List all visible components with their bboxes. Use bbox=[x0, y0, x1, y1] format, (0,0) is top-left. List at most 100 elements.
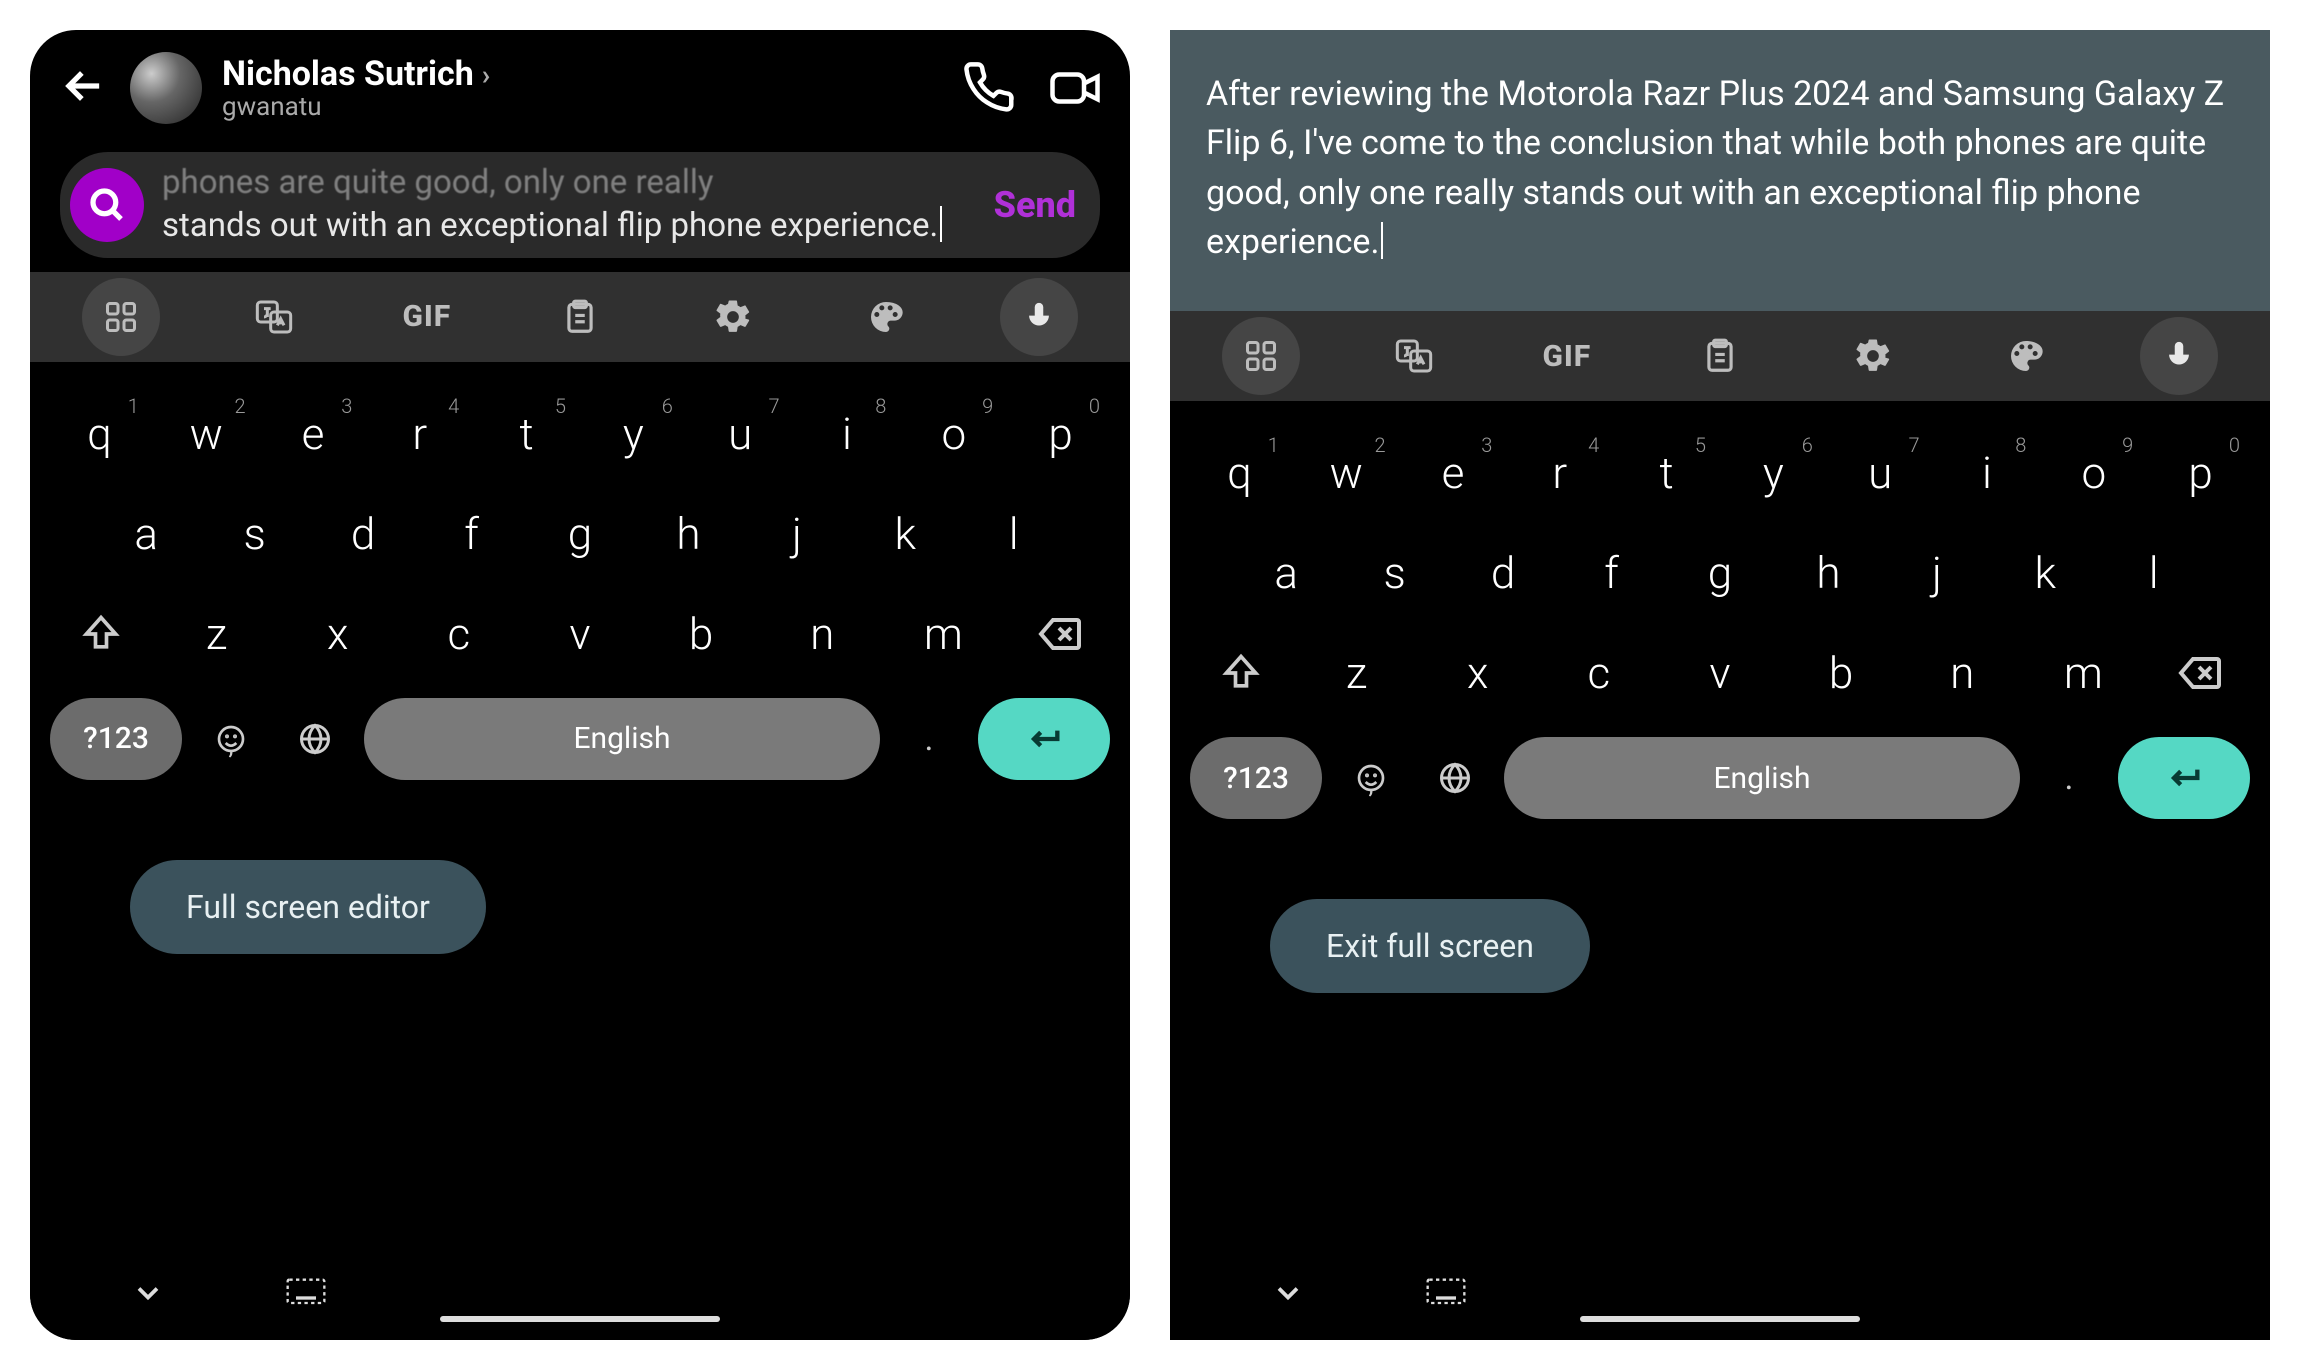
symbols-key[interactable]: ?123 bbox=[50, 698, 182, 780]
send-button[interactable]: Send bbox=[994, 184, 1076, 226]
key-y[interactable]: y6 bbox=[580, 390, 687, 478]
key-k[interactable]: k bbox=[1991, 529, 2099, 617]
exit-full-screen-button[interactable]: Exit full screen bbox=[1270, 899, 1590, 993]
key-y[interactable]: y6 bbox=[1720, 429, 1827, 517]
theme-icon[interactable] bbox=[810, 297, 963, 337]
language-key[interactable] bbox=[280, 721, 350, 757]
key-a[interactable]: a bbox=[1232, 529, 1340, 617]
key-c[interactable]: c bbox=[398, 590, 519, 678]
key-l[interactable]: l bbox=[960, 490, 1068, 578]
key-z[interactable]: z bbox=[156, 590, 277, 678]
back-button[interactable] bbox=[58, 60, 110, 116]
translate-icon[interactable] bbox=[197, 297, 350, 337]
emoji-key[interactable]: , bbox=[196, 723, 266, 755]
contact-block[interactable]: Nicholas Sutrich › gwanatu bbox=[222, 54, 934, 122]
message-input[interactable]: phones are quite good, only one really s… bbox=[162, 162, 976, 248]
theme-icon[interactable] bbox=[1950, 336, 2103, 376]
period-key[interactable]: . bbox=[894, 719, 964, 759]
clipboard-icon[interactable] bbox=[503, 298, 656, 336]
backspace-key[interactable] bbox=[1004, 610, 1114, 658]
fullscreen-editor-text[interactable]: After reviewing the Motorola Razr Plus 2… bbox=[1170, 30, 2270, 311]
key-w[interactable]: w2 bbox=[1293, 429, 1400, 517]
key-i[interactable]: i8 bbox=[794, 390, 901, 478]
key-v[interactable]: v bbox=[519, 590, 640, 678]
mic-icon[interactable] bbox=[2140, 317, 2218, 395]
shift-key[interactable] bbox=[46, 612, 156, 656]
key-g[interactable]: g bbox=[1666, 529, 1774, 617]
clipboard-icon[interactable] bbox=[1643, 337, 1796, 375]
period-key[interactable]: . bbox=[2034, 758, 2104, 798]
chevron-right-icon: › bbox=[482, 58, 490, 91]
translate-icon[interactable] bbox=[1337, 336, 1490, 376]
key-r[interactable]: r4 bbox=[1506, 429, 1613, 517]
nav-collapse-icon[interactable] bbox=[130, 1275, 166, 1315]
key-s[interactable]: s bbox=[1340, 529, 1448, 617]
gif-button[interactable]: GIF bbox=[1490, 339, 1643, 374]
key-p[interactable]: p0 bbox=[2147, 429, 2254, 517]
nav-home-pill[interactable] bbox=[1580, 1316, 1860, 1322]
emoji-key[interactable]: , bbox=[1336, 762, 1406, 794]
key-p[interactable]: p0 bbox=[1007, 390, 1114, 478]
shift-key[interactable] bbox=[1186, 651, 1296, 695]
enter-key[interactable] bbox=[978, 698, 1110, 780]
avatar[interactable] bbox=[130, 52, 202, 124]
key-o[interactable]: o9 bbox=[900, 390, 1007, 478]
key-b[interactable]: b bbox=[641, 590, 762, 678]
full-screen-editor-button[interactable]: Full screen editor bbox=[130, 860, 486, 954]
key-e[interactable]: e3 bbox=[1400, 429, 1507, 517]
key-t[interactable]: t5 bbox=[1613, 429, 1720, 517]
key-f[interactable]: f bbox=[1557, 529, 1665, 617]
key-e[interactable]: e3 bbox=[260, 390, 367, 478]
nav-keyboard-icon[interactable] bbox=[1426, 1278, 1466, 1312]
key-d[interactable]: d bbox=[1449, 529, 1557, 617]
mic-icon[interactable] bbox=[1000, 278, 1078, 356]
apps-icon[interactable] bbox=[82, 278, 160, 356]
key-r[interactable]: r4 bbox=[366, 390, 473, 478]
video-call-button[interactable] bbox=[1048, 61, 1102, 115]
key-h[interactable]: h bbox=[1774, 529, 1882, 617]
key-z[interactable]: z bbox=[1296, 629, 1417, 717]
key-a[interactable]: a bbox=[92, 490, 200, 578]
enter-key[interactable] bbox=[2118, 737, 2250, 819]
key-b[interactable]: b bbox=[1781, 629, 1902, 717]
key-j[interactable]: j bbox=[1883, 529, 1991, 617]
key-v[interactable]: v bbox=[1659, 629, 1780, 717]
key-i[interactable]: i8 bbox=[1934, 429, 2041, 517]
nav-home-pill[interactable] bbox=[440, 1316, 720, 1322]
nav-keyboard-icon[interactable] bbox=[286, 1278, 326, 1312]
key-j[interactable]: j bbox=[743, 490, 851, 578]
gif-button[interactable]: GIF bbox=[350, 299, 503, 334]
key-t[interactable]: t5 bbox=[473, 390, 580, 478]
key-m[interactable]: m bbox=[883, 590, 1004, 678]
key-x[interactable]: x bbox=[1417, 629, 1538, 717]
language-key[interactable] bbox=[1420, 760, 1490, 796]
nav-collapse-icon[interactable] bbox=[1270, 1275, 1306, 1315]
key-u[interactable]: u7 bbox=[687, 390, 794, 478]
key-k[interactable]: k bbox=[851, 490, 959, 578]
key-w[interactable]: w2 bbox=[153, 390, 260, 478]
apps-icon[interactable] bbox=[1222, 317, 1300, 395]
key-l[interactable]: l bbox=[2100, 529, 2208, 617]
search-button[interactable] bbox=[70, 168, 144, 242]
space-key[interactable]: English bbox=[1504, 737, 2020, 819]
key-x[interactable]: x bbox=[277, 590, 398, 678]
call-button[interactable] bbox=[964, 61, 1018, 115]
space-key[interactable]: English bbox=[364, 698, 880, 780]
key-o[interactable]: o9 bbox=[2040, 429, 2147, 517]
key-c[interactable]: c bbox=[1538, 629, 1659, 717]
key-u[interactable]: u7 bbox=[1827, 429, 1934, 517]
key-q[interactable]: q1 bbox=[46, 390, 153, 478]
settings-icon[interactable] bbox=[1797, 336, 1950, 376]
key-d[interactable]: d bbox=[309, 490, 417, 578]
settings-icon[interactable] bbox=[657, 297, 810, 337]
key-s[interactable]: s bbox=[200, 490, 308, 578]
key-q[interactable]: q1 bbox=[1186, 429, 1293, 517]
key-m[interactable]: m bbox=[2023, 629, 2144, 717]
key-n[interactable]: n bbox=[762, 590, 883, 678]
key-g[interactable]: g bbox=[526, 490, 634, 578]
backspace-key[interactable] bbox=[2144, 649, 2254, 697]
key-n[interactable]: n bbox=[1902, 629, 2023, 717]
key-f[interactable]: f bbox=[417, 490, 525, 578]
key-h[interactable]: h bbox=[634, 490, 742, 578]
symbols-key[interactable]: ?123 bbox=[1190, 737, 1322, 819]
